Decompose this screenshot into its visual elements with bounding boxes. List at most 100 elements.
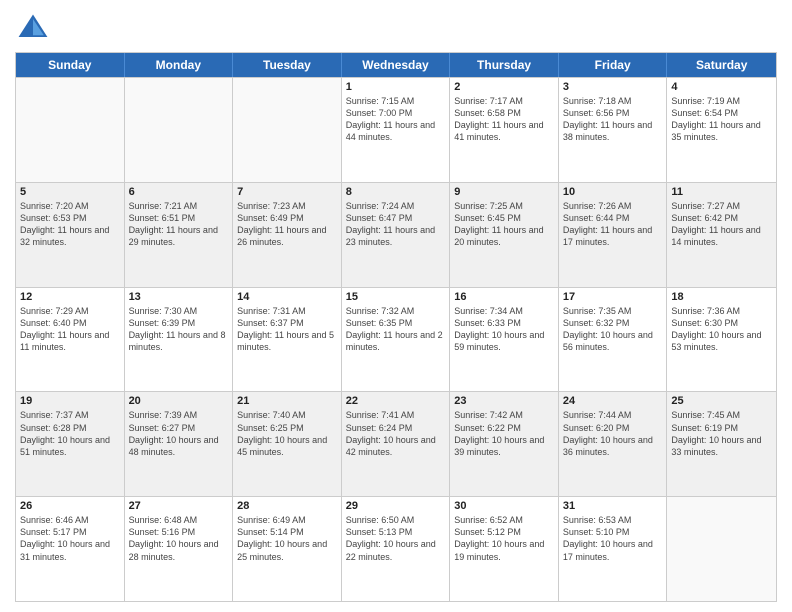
day-number: 24: [563, 395, 663, 407]
week-row-5: 26 Sunrise: 6:46 AM Sunset: 5:17 PM Dayli…: [16, 496, 776, 601]
day-number: 4: [671, 81, 772, 93]
day-info: Sunrise: 7:26 AM Sunset: 6:44 PM Dayligh…: [563, 200, 663, 249]
day-info: Sunrise: 7:40 AM Sunset: 6:25 PM Dayligh…: [237, 409, 337, 458]
empty-cell: [233, 78, 342, 182]
day-cell-4: 4 Sunrise: 7:19 AM Sunset: 6:54 PM Daylig…: [667, 78, 776, 182]
day-cell-27: 27 Sunrise: 6:48 AM Sunset: 5:16 PM Dayli…: [125, 497, 234, 601]
day-info: Sunrise: 7:44 AM Sunset: 6:20 PM Dayligh…: [563, 409, 663, 458]
day-cell-10: 10Sunrise: 7:26 AM Sunset: 6:44 PM Dayli…: [559, 183, 668, 287]
day-info: Sunrise: 7:15 AM Sunset: 7:00 PM Dayligh…: [346, 95, 446, 144]
day-info: Sunrise: 6:49 AM Sunset: 5:14 PM Dayligh…: [237, 514, 337, 563]
day-number: 28: [237, 500, 337, 512]
day-cell-23: 23 Sunrise: 7:42 AM Sunset: 6:22 PM Dayli…: [450, 392, 559, 496]
week-row-3: 12 Sunrise: 7:29 AM Sunset: 6:40 PM Dayli…: [16, 287, 776, 392]
day-cell-16: 16 Sunrise: 7:34 AM Sunset: 6:33 PM Dayli…: [450, 288, 559, 392]
day-info: Sunrise: 6:48 AM Sunset: 5:16 PM Dayligh…: [129, 514, 229, 563]
day-number: 27: [129, 500, 229, 512]
day-cell-3: 3Sunrise: 7:18 AM Sunset: 6:56 PM Daylig…: [559, 78, 668, 182]
page: SundayMondayTuesdayWednesdayThursdayFrid…: [0, 0, 792, 612]
day-cell-2: 2Sunrise: 7:17 AM Sunset: 6:58 PM Daylig…: [450, 78, 559, 182]
day-number: 12: [20, 291, 120, 303]
day-info: Sunrise: 7:17 AM Sunset: 6:58 PM Dayligh…: [454, 95, 554, 144]
empty-cell: [125, 78, 234, 182]
week-row-2: 5Sunrise: 7:20 AM Sunset: 6:53 PM Daylig…: [16, 182, 776, 287]
day-header-tuesday: Tuesday: [233, 53, 342, 77]
day-number: 6: [129, 186, 229, 198]
day-cell-6: 6 Sunrise: 7:21 AM Sunset: 6:51 PM Daylig…: [125, 183, 234, 287]
day-number: 7: [237, 186, 337, 198]
day-number: 17: [563, 291, 663, 303]
day-cell-31: 31Sunrise: 6:53 AM Sunset: 5:10 PM Dayli…: [559, 497, 668, 601]
day-number: 25: [671, 395, 772, 407]
day-info: Sunrise: 7:41 AM Sunset: 6:24 PM Dayligh…: [346, 409, 446, 458]
day-cell-5: 5Sunrise: 7:20 AM Sunset: 6:53 PM Daylig…: [16, 183, 125, 287]
day-info: Sunrise: 7:27 AM Sunset: 6:42 PM Dayligh…: [671, 200, 772, 249]
day-info: Sunrise: 7:37 AM Sunset: 6:28 PM Dayligh…: [20, 409, 120, 458]
day-number: 31: [563, 500, 663, 512]
day-cell-11: 11 Sunrise: 7:27 AM Sunset: 6:42 PM Dayli…: [667, 183, 776, 287]
logo: [15, 10, 55, 46]
day-cell-14: 14Sunrise: 7:31 AM Sunset: 6:37 PM Dayli…: [233, 288, 342, 392]
day-info: Sunrise: 6:46 AM Sunset: 5:17 PM Dayligh…: [20, 514, 120, 563]
day-number: 9: [454, 186, 554, 198]
empty-cell: [16, 78, 125, 182]
day-cell-12: 12 Sunrise: 7:29 AM Sunset: 6:40 PM Dayli…: [16, 288, 125, 392]
day-info: Sunrise: 7:32 AM Sunset: 6:35 PM Dayligh…: [346, 305, 446, 354]
day-info: Sunrise: 7:24 AM Sunset: 6:47 PM Dayligh…: [346, 200, 446, 249]
day-cell-13: 13 Sunrise: 7:30 AM Sunset: 6:39 PM Dayli…: [125, 288, 234, 392]
day-header-friday: Friday: [559, 53, 668, 77]
day-cell-25: 25 Sunrise: 7:45 AM Sunset: 6:19 PM Dayli…: [667, 392, 776, 496]
day-number: 19: [20, 395, 120, 407]
calendar-header: SundayMondayTuesdayWednesdayThursdayFrid…: [16, 53, 776, 77]
day-number: 15: [346, 291, 446, 303]
day-number: 11: [671, 186, 772, 198]
day-number: 20: [129, 395, 229, 407]
day-cell-20: 20 Sunrise: 7:39 AM Sunset: 6:27 PM Dayli…: [125, 392, 234, 496]
day-cell-24: 24 Sunrise: 7:44 AM Sunset: 6:20 PM Dayli…: [559, 392, 668, 496]
day-info: Sunrise: 6:50 AM Sunset: 5:13 PM Dayligh…: [346, 514, 446, 563]
day-info: Sunrise: 7:18 AM Sunset: 6:56 PM Dayligh…: [563, 95, 663, 144]
day-info: Sunrise: 7:21 AM Sunset: 6:51 PM Dayligh…: [129, 200, 229, 249]
day-cell-28: 28 Sunrise: 6:49 AM Sunset: 5:14 PM Dayli…: [233, 497, 342, 601]
day-number: 21: [237, 395, 337, 407]
day-cell-21: 21 Sunrise: 7:40 AM Sunset: 6:25 PM Dayli…: [233, 392, 342, 496]
logo-icon: [15, 10, 51, 46]
day-cell-1: 1 Sunrise: 7:15 AM Sunset: 7:00 PM Daylig…: [342, 78, 451, 182]
day-number: 29: [346, 500, 446, 512]
day-cell-7: 7Sunrise: 7:23 AM Sunset: 6:49 PM Daylig…: [233, 183, 342, 287]
empty-cell: [667, 497, 776, 601]
day-info: Sunrise: 7:36 AM Sunset: 6:30 PM Dayligh…: [671, 305, 772, 354]
day-cell-18: 18Sunrise: 7:36 AM Sunset: 6:30 PM Dayli…: [667, 288, 776, 392]
day-number: 22: [346, 395, 446, 407]
day-header-monday: Monday: [125, 53, 234, 77]
day-header-sunday: Sunday: [16, 53, 125, 77]
day-number: 16: [454, 291, 554, 303]
day-number: 30: [454, 500, 554, 512]
day-number: 23: [454, 395, 554, 407]
day-info: Sunrise: 7:35 AM Sunset: 6:32 PM Dayligh…: [563, 305, 663, 354]
day-number: 5: [20, 186, 120, 198]
day-cell-30: 30Sunrise: 6:52 AM Sunset: 5:12 PM Dayli…: [450, 497, 559, 601]
day-info: Sunrise: 7:34 AM Sunset: 6:33 PM Dayligh…: [454, 305, 554, 354]
day-number: 1: [346, 81, 446, 93]
day-info: Sunrise: 7:42 AM Sunset: 6:22 PM Dayligh…: [454, 409, 554, 458]
day-cell-8: 8 Sunrise: 7:24 AM Sunset: 6:47 PM Daylig…: [342, 183, 451, 287]
day-info: Sunrise: 7:19 AM Sunset: 6:54 PM Dayligh…: [671, 95, 772, 144]
day-header-thursday: Thursday: [450, 53, 559, 77]
day-info: Sunrise: 7:29 AM Sunset: 6:40 PM Dayligh…: [20, 305, 120, 354]
day-cell-15: 15 Sunrise: 7:32 AM Sunset: 6:35 PM Dayli…: [342, 288, 451, 392]
header: [15, 10, 777, 46]
day-number: 26: [20, 500, 120, 512]
day-header-wednesday: Wednesday: [342, 53, 451, 77]
day-info: Sunrise: 7:31 AM Sunset: 6:37 PM Dayligh…: [237, 305, 337, 354]
calendar: SundayMondayTuesdayWednesdayThursdayFrid…: [15, 52, 777, 602]
day-header-saturday: Saturday: [667, 53, 776, 77]
day-info: Sunrise: 7:45 AM Sunset: 6:19 PM Dayligh…: [671, 409, 772, 458]
day-cell-22: 22 Sunrise: 7:41 AM Sunset: 6:24 PM Dayli…: [342, 392, 451, 496]
calendar-body: 1 Sunrise: 7:15 AM Sunset: 7:00 PM Daylig…: [16, 77, 776, 601]
day-info: Sunrise: 7:30 AM Sunset: 6:39 PM Dayligh…: [129, 305, 229, 354]
day-number: 8: [346, 186, 446, 198]
day-number: 13: [129, 291, 229, 303]
day-cell-17: 17 Sunrise: 7:35 AM Sunset: 6:32 PM Dayli…: [559, 288, 668, 392]
day-info: Sunrise: 7:39 AM Sunset: 6:27 PM Dayligh…: [129, 409, 229, 458]
